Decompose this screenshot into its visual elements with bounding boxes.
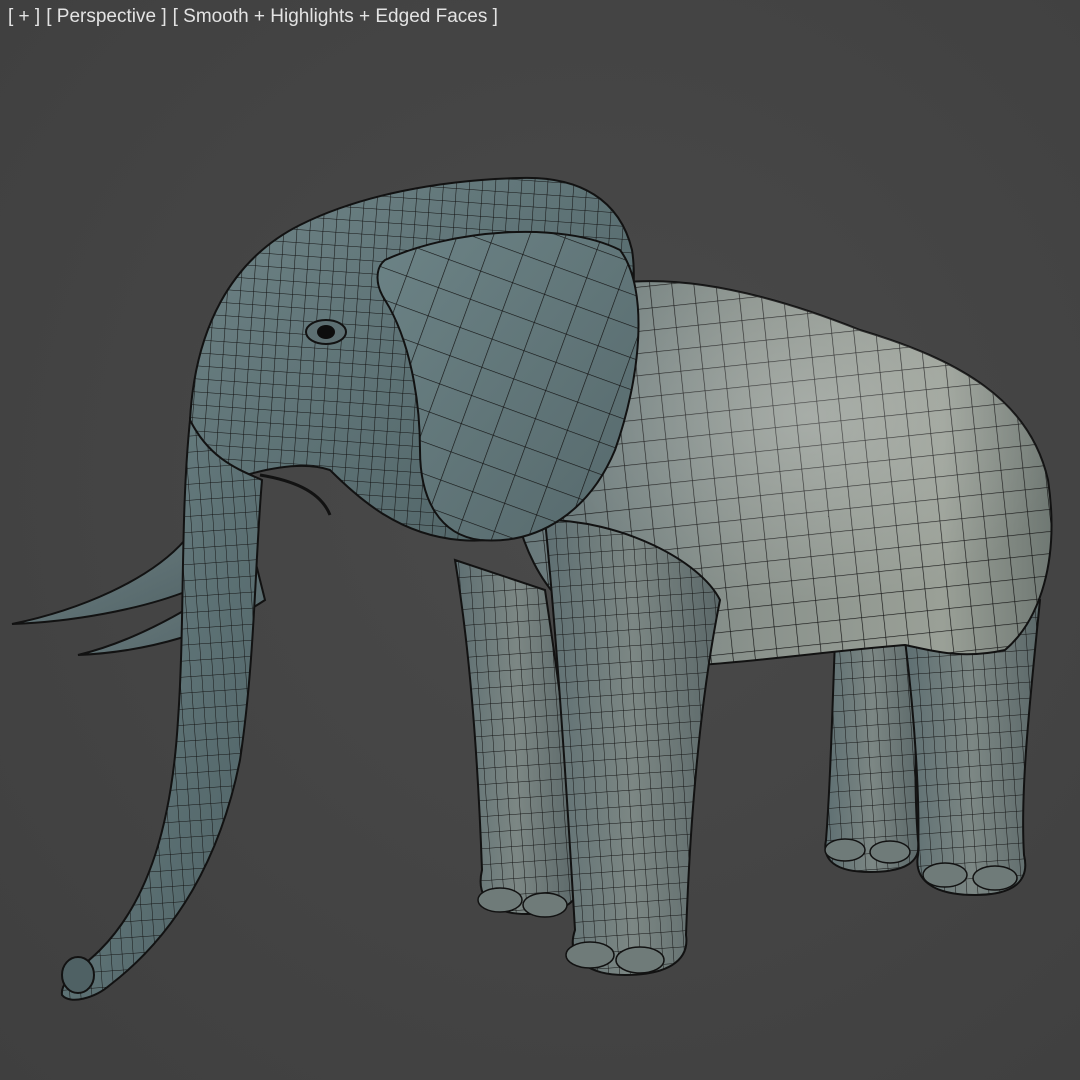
left-tusk xyxy=(11,537,192,625)
mouth-fold xyxy=(259,473,332,516)
back-right-leg xyxy=(824,639,922,874)
elephant-trunk xyxy=(60,416,264,1001)
front-right-leg xyxy=(543,518,722,977)
elephant-eye xyxy=(305,319,347,345)
perspective-viewport[interactable]: [ + ][ Perspective ][ Smooth + Highlight… xyxy=(0,0,1080,1080)
elephant-model[interactable] xyxy=(0,0,1080,1080)
